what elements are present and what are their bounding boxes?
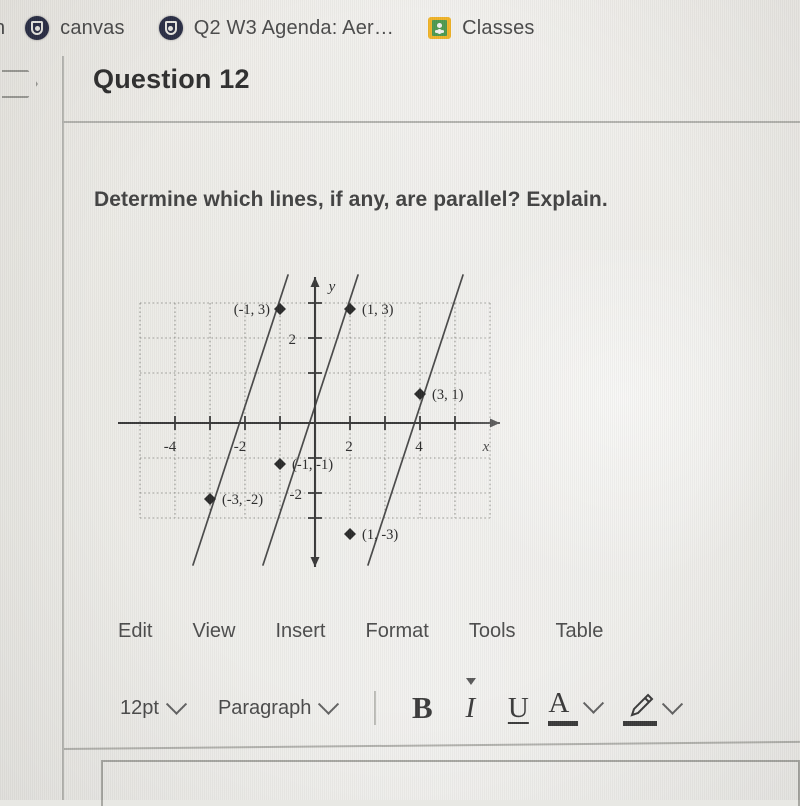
block-format-select[interactable]: Paragraph	[217, 693, 340, 720]
bold-button[interactable]: B	[398, 690, 446, 726]
text-color-button[interactable]: A	[548, 689, 605, 726]
xtick-label: -2	[234, 439, 247, 455]
bookmark-label: canvas	[60, 16, 125, 39]
point-label: (-1, -1)	[292, 457, 333, 473]
line-2	[262, 274, 359, 566]
question-prompt: Determine which lines, if any, are paral…	[94, 188, 608, 211]
point-label: (1, -3)	[362, 527, 398, 543]
line-1	[192, 274, 289, 566]
canvas-logo-icon	[25, 16, 50, 40]
question-flag-icon[interactable]	[2, 70, 38, 98]
point-label: (1, 3)	[362, 302, 394, 318]
menu-format[interactable]: Format	[366, 620, 429, 643]
google-classroom-icon	[428, 17, 452, 39]
bookmark-classes[interactable]: Classes	[428, 17, 535, 40]
bookmarks-bar: n canvas Q2 W3 Agenda: Aer… Classes	[0, 0, 800, 56]
x-axis-label: x	[482, 439, 490, 455]
menu-edit[interactable]: Edit	[118, 620, 152, 643]
menu-table[interactable]: Table	[556, 620, 604, 643]
rich-text-editor-body[interactable]	[101, 760, 800, 806]
chevron-down-icon	[318, 693, 340, 715]
ytick-label: 2	[289, 332, 297, 348]
font-size-select[interactable]: 12pt	[120, 693, 188, 720]
italic-button[interactable]: I	[446, 692, 494, 725]
menu-view[interactable]: View	[192, 620, 235, 643]
data-point	[204, 493, 216, 505]
bookmark-canvas[interactable]: canvas	[25, 16, 125, 40]
bookmark-truncated-label[interactable]: n	[0, 17, 5, 40]
bookmark-label: Q2 W3 Agenda: Aer…	[193, 16, 395, 39]
ytick-label: -2	[290, 487, 303, 503]
point-label: (-3, -2)	[222, 492, 263, 508]
editor-menu-bar: Edit View Insert Format Tools Table	[118, 620, 603, 643]
highlighter-pen-icon	[623, 691, 658, 726]
coordinate-graph-svg: -4 -2 2 4 2 -2 x y (-1, 3) (1, 3) (3, 1)…	[118, 274, 500, 567]
highlight-color-button[interactable]	[623, 691, 684, 726]
menu-insert[interactable]: Insert	[275, 620, 325, 643]
block-format-value: Paragraph	[217, 696, 312, 719]
xtick-label: 4	[415, 439, 423, 455]
canvas-logo-icon	[158, 16, 183, 40]
xtick-label: 2	[345, 439, 353, 455]
data-point	[274, 458, 286, 470]
line-3	[367, 274, 464, 566]
toolbar-divider	[374, 691, 377, 725]
xtick-label: -4	[164, 439, 177, 455]
bookmark-q2-w3-agenda[interactable]: Q2 W3 Agenda: Aer…	[158, 16, 395, 40]
data-point	[414, 388, 426, 400]
data-point	[344, 528, 356, 540]
text-color-letter: A	[548, 689, 579, 726]
left-rail	[0, 56, 64, 800]
y-axis-label: y	[327, 279, 336, 295]
bookmark-label: Classes	[462, 16, 535, 39]
underline-button[interactable]: U	[494, 692, 542, 725]
point-label: (3, 1)	[432, 387, 464, 403]
page-title: Question 12	[93, 64, 250, 94]
chevron-down-icon[interactable]	[662, 693, 684, 715]
cursor-caret-icon	[466, 678, 476, 685]
point-label: (-1, 3)	[234, 302, 270, 318]
coordinate-graph: -4 -2 2 4 2 -2 x y (-1, 3) (1, 3) (3, 1)…	[100, 255, 520, 595]
parallel-lines	[192, 274, 464, 566]
menu-tools[interactable]: Tools	[469, 620, 516, 643]
chevron-down-icon	[165, 693, 188, 715]
editor-format-toolbar: 12pt Paragraph B I U A	[120, 689, 684, 726]
chevron-down-icon[interactable]	[583, 693, 605, 715]
font-size-value: 12pt	[120, 696, 159, 719]
